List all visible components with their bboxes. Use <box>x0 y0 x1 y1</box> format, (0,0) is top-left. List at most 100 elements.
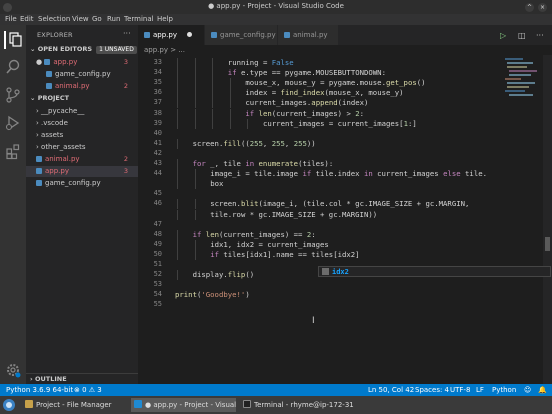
code-line[interactable]: screen.fill((255, 255, 255)) <box>193 139 316 148</box>
code-line[interactable]: if tiles[idx1].name == tiles[idx2] <box>210 250 359 259</box>
file-app-py[interactable]: app.py 3 <box>26 166 138 177</box>
line-number[interactable]: 50 <box>138 250 162 258</box>
line-number[interactable]: 47 <box>138 220 162 228</box>
line-number[interactable]: 42 <box>138 149 162 157</box>
line-number[interactable]: 35 <box>138 78 162 86</box>
line-number[interactable]: 41 <box>138 139 162 147</box>
code-line[interactable]: display.flip() <box>193 270 255 279</box>
breadcrumb-path[interactable]: app.py > ... <box>144 46 185 54</box>
close-icon[interactable]: × <box>538 3 547 12</box>
code-line[interactable]: for _, tile in enumerate(tiles): <box>193 159 334 168</box>
search-icon[interactable] <box>4 58 22 76</box>
scrollbar-thumb[interactable] <box>545 237 550 251</box>
python-interpreter[interactable]: Python 3.6.9 64-bit <box>6 386 73 394</box>
code-line[interactable]: if e.type == pygame.MOUSEBUTTONDOWN: <box>228 68 386 77</box>
file-animal-py[interactable]: animal.py 2 <box>26 154 138 165</box>
more-actions-icon[interactable]: ··· <box>123 29 131 38</box>
folder-pycache[interactable]: › __pycache__ <box>26 106 138 117</box>
code-line[interactable]: idx1, idx2 = current_images <box>210 240 329 249</box>
problems-count[interactable]: ⊗ 0 ⚠ 3 <box>74 386 102 394</box>
open-editor-app-py[interactable]: ● app.py 3 <box>26 57 138 68</box>
line-number[interactable]: 33 <box>138 58 162 66</box>
encoding[interactable]: UTF-8 <box>450 386 470 394</box>
menu-go[interactable]: Go <box>92 15 102 23</box>
minimap[interactable] <box>503 55 543 384</box>
file-game-config-py[interactable]: game_config.py <box>26 178 138 189</box>
folder-vscode[interactable]: › .vscode <box>26 118 138 129</box>
line-number[interactable]: 40 <box>138 129 162 137</box>
line-number[interactable]: 34 <box>138 68 162 76</box>
run-debug-icon[interactable] <box>4 114 22 132</box>
language-mode[interactable]: Python <box>492 386 516 394</box>
extensions-icon[interactable] <box>4 142 22 160</box>
task-file-manager[interactable]: Project - File Manager <box>22 398 126 412</box>
line-number[interactable]: 44 <box>138 169 162 177</box>
code-line[interactable]: current_images.append(index) <box>245 98 368 107</box>
run-file-icon[interactable]: ▷ <box>500 31 506 40</box>
feedback-icon[interactable]: ☺ <box>524 386 531 394</box>
line-number[interactable]: 37 <box>138 98 162 106</box>
indent-guide <box>212 78 214 89</box>
line-number[interactable]: 53 <box>138 280 162 288</box>
source-control-icon[interactable] <box>4 86 22 104</box>
project-header[interactable]: ⌄ PROJECT <box>26 93 138 104</box>
explorer-icon[interactable] <box>4 31 22 49</box>
vertical-scrollbar[interactable] <box>543 55 552 384</box>
open-editor-animal-py[interactable]: animal.py 2 <box>26 81 138 92</box>
line-number[interactable]: 54 <box>138 290 162 298</box>
code-line[interactable]: current_images = current_images[1:] <box>263 119 417 128</box>
indentation[interactable]: Spaces: 4 <box>415 386 449 394</box>
notifications-icon[interactable]: 🔔 <box>538 386 547 394</box>
line-ending[interactable]: LF <box>476 386 484 394</box>
code-line[interactable]: if len(current_images) == 2: <box>193 230 316 239</box>
code-line[interactable]: screen.blit(image_i, (tile.col * gc.IMAG… <box>210 199 469 208</box>
code-line[interactable]: print('Goodbye!') <box>175 290 250 299</box>
line-number[interactable]: 48 <box>138 230 162 238</box>
menu-edit[interactable]: Edit <box>20 15 34 23</box>
code-line[interactable]: box <box>210 179 223 188</box>
line-number[interactable]: 43 <box>138 159 162 167</box>
menu-terminal[interactable]: Terminal <box>124 15 154 23</box>
line-number[interactable]: 46 <box>138 199 162 207</box>
tab-game-config-py[interactable]: game_config.py <box>205 25 277 45</box>
line-number[interactable]: 55 <box>138 300 162 308</box>
folder-assets[interactable]: › assets <box>26 130 138 141</box>
code-line[interactable]: index = find_index(mouse_x, mouse_y) <box>245 88 403 97</box>
menu-file[interactable]: File <box>5 15 17 23</box>
minimize-icon[interactable]: ^ <box>525 3 534 12</box>
close-dot-icon[interactable]: ● <box>36 58 44 66</box>
settings-gear-icon[interactable] <box>4 361 22 379</box>
code-line[interactable]: running = False <box>228 58 294 67</box>
indent-guide <box>229 98 231 109</box>
menu-view[interactable]: View <box>72 15 89 23</box>
cursor-position[interactable]: Ln 50, Col 42 <box>368 386 414 394</box>
tab-app-py[interactable]: app.py <box>138 25 204 45</box>
split-editor-icon[interactable]: ◫ <box>518 31 526 40</box>
open-editors-header[interactable]: ⌄ OPEN EDITORS 1 UNSAVED <box>26 44 138 55</box>
menu-selection[interactable]: Selection <box>38 15 70 23</box>
code-line[interactable]: if len(current_images) > 2: <box>245 109 364 118</box>
more-actions-icon[interactable]: ··· <box>536 31 544 40</box>
menu-help[interactable]: Help <box>157 15 173 23</box>
line-number[interactable]: 36 <box>138 88 162 96</box>
autocomplete-suggestion[interactable]: idx2 <box>318 266 551 277</box>
open-editor-game-config-py[interactable]: game_config.py <box>26 69 138 80</box>
menu-run[interactable]: Run <box>107 15 120 23</box>
app-menu-icon[interactable] <box>2 398 16 412</box>
line-number[interactable]: 38 <box>138 109 162 117</box>
outline-header[interactable]: › OUTLINE <box>26 373 138 384</box>
folder-other-assets[interactable]: › other_assets <box>26 142 138 153</box>
task-vscode[interactable]: ● app.py - Project - Visual St... <box>131 398 236 412</box>
code-editor[interactable]: 33 running = False 34 if e.type == pygame.M… <box>138 55 552 384</box>
line-number[interactable]: 45 <box>138 189 162 197</box>
line-number[interactable]: 49 <box>138 240 162 248</box>
unsaved-dot-icon[interactable] <box>187 32 192 37</box>
code-line[interactable]: mouse_x, mouse_y = pygame.mouse.get_pos(… <box>245 78 425 87</box>
code-line[interactable]: image_i = tile.image if tile.index in cu… <box>210 169 487 178</box>
line-number[interactable]: 51 <box>138 260 162 268</box>
task-terminal[interactable]: Terminal - rhyme@ip-172-31-... <box>240 398 354 412</box>
line-number[interactable]: 52 <box>138 270 162 278</box>
tab-animal-py[interactable]: animal.py <box>278 25 338 45</box>
line-number[interactable]: 39 <box>138 119 162 127</box>
code-line[interactable]: tile.row * gc.IMAGE_SIZE + gc.MARGIN)) <box>210 210 377 219</box>
